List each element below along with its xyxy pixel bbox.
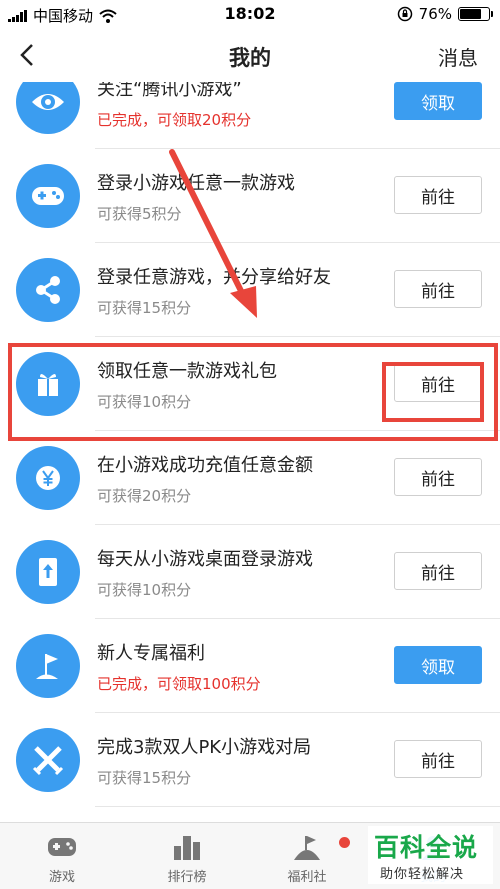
welfare-icon xyxy=(294,836,320,860)
annotation-arrow xyxy=(169,149,257,318)
tab-games[interactable]: 游戏 xyxy=(12,823,112,889)
gamepad-tab-icon xyxy=(48,838,76,856)
watermark: 百科全说 助你轻松解决 xyxy=(368,826,493,884)
ranking-icon xyxy=(174,836,200,860)
tab-label: 福利社 xyxy=(287,870,327,885)
notification-dot xyxy=(339,837,350,848)
tab-label: 游戏 xyxy=(48,870,75,885)
watermark-subtitle: 助你轻松解决 xyxy=(380,867,465,882)
tab-label: 排行榜 xyxy=(167,870,207,885)
tab-ranking[interactable]: 排行榜 xyxy=(137,823,237,889)
watermark-title: 百科全说 xyxy=(374,833,479,862)
tab-welfare[interactable]: 福利社 xyxy=(257,823,357,889)
